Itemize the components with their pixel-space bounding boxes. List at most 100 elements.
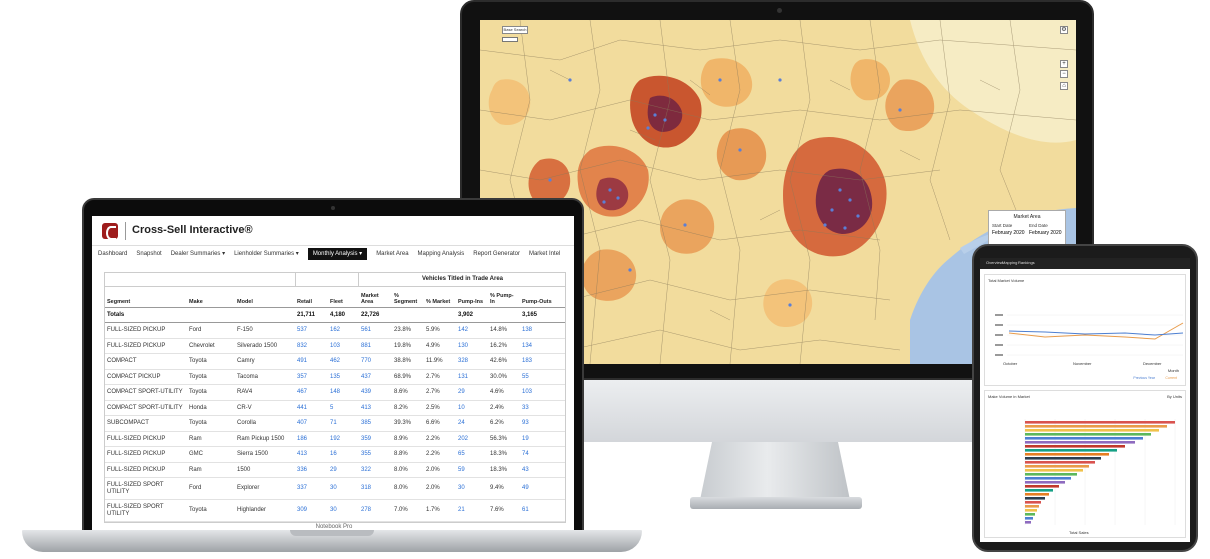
table-link-cell[interactable]: 186 [295,431,328,447]
table-link-cell[interactable]: 138 [520,322,565,339]
table-link-cell[interactable]: 5 [328,400,359,416]
legend-current[interactable]: Current [1165,376,1177,380]
table-link-cell[interactable]: 278 [359,499,392,522]
table-link-cell[interactable]: 131 [456,369,488,385]
settings-icon[interactable]: ⚙ [1060,26,1068,34]
table-link-cell[interactable]: 309 [295,499,328,522]
bar[interactable] [1025,449,1117,452]
nav-item[interactable]: Monthly Analysis ▾ [307,248,368,260]
bar[interactable] [1025,501,1041,504]
table-link-cell[interactable]: 21 [456,499,488,522]
column-header[interactable]: Segment [105,287,187,308]
table-link-cell[interactable]: 65 [456,446,488,463]
table-link-cell[interactable]: 770 [359,353,392,370]
tablet-nav-item[interactable]: Mapping [1002,260,1017,265]
table-link-cell[interactable]: 337 [295,477,328,500]
nav-item[interactable]: Market Area [376,248,408,260]
table-link-cell[interactable]: 322 [359,462,392,478]
nav-item[interactable]: Dealer Summaries ▾ [171,248,225,260]
column-header[interactable]: % Market [424,287,456,308]
column-header[interactable]: Pump-Outs [520,287,565,308]
table-link-cell[interactable]: 467 [295,384,328,401]
table-link-cell[interactable]: 162 [328,322,359,339]
table-link-cell[interactable]: 437 [359,369,392,385]
table-link-cell[interactable]: 385 [359,415,392,432]
table-link-cell[interactable]: 134 [520,338,565,354]
column-header[interactable]: Retail [295,287,328,308]
table-link-cell[interactable]: 71 [328,415,359,432]
table-link-cell[interactable]: 355 [359,446,392,463]
end-date-value[interactable]: February 2020 [1029,230,1062,236]
table-link-cell[interactable]: 328 [456,353,488,370]
nav-item[interactable]: Report Generator [473,248,520,260]
table-link-cell[interactable]: 61 [520,499,565,522]
table-link-cell[interactable]: 192 [328,431,359,447]
table-link-cell[interactable]: 130 [456,338,488,354]
bar[interactable] [1025,461,1095,464]
bar[interactable] [1025,473,1077,476]
table-link-cell[interactable]: 413 [295,446,328,463]
tablet-nav-item[interactable]: Overview [986,260,1003,265]
column-header[interactable]: Pump-Ins [456,287,488,308]
table-link-cell[interactable]: 183 [520,353,565,370]
bar[interactable] [1025,513,1035,516]
bar[interactable] [1025,457,1101,460]
table-link-cell[interactable]: 24 [456,415,488,432]
bar[interactable] [1025,453,1109,456]
nav-item[interactable]: Snapshot [136,248,161,260]
bar[interactable] [1025,521,1031,524]
table-link-cell[interactable]: 29 [328,462,359,478]
bar[interactable] [1025,469,1083,472]
table-link-cell[interactable]: 74 [520,446,565,463]
table-link-cell[interactable]: 142 [456,322,488,339]
bar[interactable] [1025,481,1065,484]
bar[interactable] [1025,485,1059,488]
table-link-cell[interactable]: 19 [520,431,565,447]
table-link-cell[interactable]: 439 [359,384,392,401]
table-link-cell[interactable]: 561 [359,322,392,339]
table-link-cell[interactable]: 462 [328,353,359,370]
table-link-cell[interactable]: 537 [295,322,328,339]
table-link-cell[interactable]: 357 [295,369,328,385]
nav-item[interactable]: Lienholder Summaries ▾ [234,248,299,260]
table-link-cell[interactable]: 29 [456,384,488,401]
column-header[interactable]: % Segment [392,287,424,308]
table-link-cell[interactable]: 148 [328,384,359,401]
table-link-cell[interactable]: 413 [359,400,392,416]
bar[interactable] [1025,429,1159,432]
table-link-cell[interactable]: 103 [328,338,359,354]
table-link-cell[interactable]: 881 [359,338,392,354]
table-link-cell[interactable]: 16 [328,446,359,463]
table-link-cell[interactable]: 407 [295,415,328,432]
table-link-cell[interactable]: 33 [520,400,565,416]
table-link-cell[interactable]: 103 [520,384,565,401]
bar[interactable] [1025,505,1039,508]
bar[interactable] [1025,517,1033,520]
zoom-in-icon[interactable]: + [1060,60,1068,68]
bar[interactable] [1025,433,1151,436]
bar[interactable] [1025,421,1175,424]
table-link-cell[interactable]: 441 [295,400,328,416]
table-link-cell[interactable]: 318 [359,477,392,500]
column-header[interactable]: Make [187,287,235,308]
nav-item[interactable]: Dashboard [98,248,127,260]
table-link-cell[interactable]: 135 [328,369,359,385]
start-date-value[interactable]: February 2020 [992,230,1025,236]
nav-item[interactable]: Mapping Analysis [418,248,465,260]
table-link-cell[interactable]: 359 [359,431,392,447]
bar[interactable] [1025,477,1071,480]
column-header[interactable]: Model [235,287,295,308]
table-link-cell[interactable]: 832 [295,338,328,354]
table-link-cell[interactable]: 30 [328,477,359,500]
column-header[interactable]: Fleet [328,287,359,308]
table-link-cell[interactable]: 59 [456,462,488,478]
zoom-out-icon[interactable]: − [1060,70,1068,78]
table-link-cell[interactable]: 30 [328,499,359,522]
bar[interactable] [1025,509,1037,512]
table-link-cell[interactable]: 336 [295,462,328,478]
bar[interactable] [1025,465,1089,468]
bar[interactable] [1025,493,1049,496]
bar[interactable] [1025,497,1045,500]
table-link-cell[interactable]: 93 [520,415,565,432]
table-link-cell[interactable]: 202 [456,431,488,447]
